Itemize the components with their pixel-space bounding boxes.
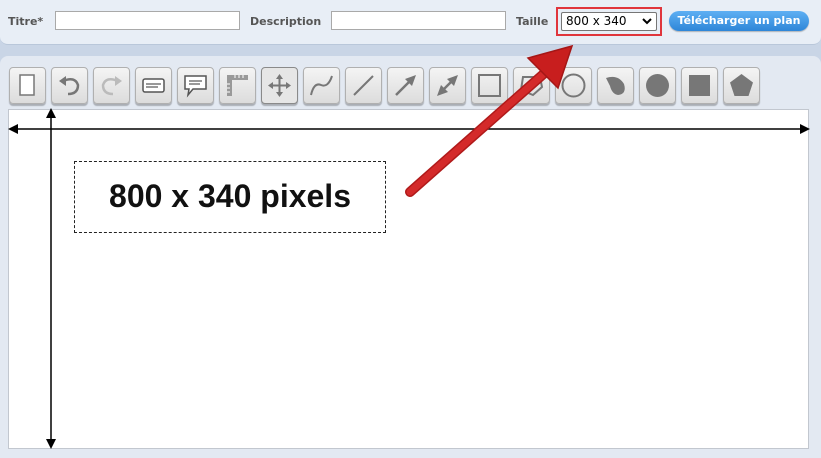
pentagon-tool[interactable] bbox=[723, 67, 760, 104]
filled-square-icon bbox=[689, 75, 710, 96]
size-select-highlight: 800 x 340 bbox=[556, 7, 662, 36]
new-page-tool[interactable] bbox=[9, 67, 46, 104]
description-label: Description bbox=[250, 15, 322, 28]
size-select-value: 800 x 340 bbox=[566, 14, 627, 28]
size-select[interactable]: 800 x 340 bbox=[561, 12, 657, 31]
title-label: Titre* bbox=[8, 15, 44, 28]
circle-tool[interactable] bbox=[555, 67, 592, 104]
curve-icon bbox=[310, 75, 333, 96]
undo-icon bbox=[59, 76, 80, 96]
speech-bubble-icon bbox=[184, 75, 207, 98]
circle-icon bbox=[561, 73, 586, 98]
arrow-icon bbox=[395, 75, 416, 96]
ruler-icon bbox=[227, 75, 248, 96]
size-label: Taille bbox=[516, 15, 549, 28]
filled-circle-icon bbox=[646, 74, 669, 97]
text-tool[interactable] bbox=[135, 67, 172, 104]
drawing-canvas[interactable] bbox=[8, 109, 809, 449]
filled-circle-tool[interactable] bbox=[639, 67, 676, 104]
move-tool[interactable] bbox=[261, 67, 298, 104]
rectangle-icon bbox=[478, 74, 501, 97]
title-input[interactable] bbox=[55, 11, 240, 30]
ruler-tool[interactable] bbox=[219, 67, 256, 104]
undo-tool[interactable] bbox=[51, 67, 88, 104]
double-arrow-icon bbox=[437, 75, 458, 96]
pentagon-icon bbox=[730, 74, 753, 96]
redo-tool[interactable] bbox=[93, 67, 130, 104]
polygon-outline-tool[interactable] bbox=[513, 67, 550, 104]
chevron-down-icon bbox=[642, 18, 652, 25]
arrow-tool[interactable] bbox=[387, 67, 424, 104]
polygon-outline-icon bbox=[519, 76, 544, 97]
double-arrow-tool[interactable] bbox=[429, 67, 466, 104]
filled-square-tool[interactable] bbox=[681, 67, 718, 104]
line-icon bbox=[353, 75, 374, 96]
move-icon bbox=[268, 74, 291, 97]
text-box-icon bbox=[142, 78, 165, 93]
download-plan-button[interactable]: Télécharger un plan bbox=[669, 11, 809, 31]
curve-tool[interactable] bbox=[303, 67, 340, 104]
line-tool[interactable] bbox=[345, 67, 382, 104]
redo-icon bbox=[101, 76, 122, 96]
freeform-fill-tool[interactable] bbox=[597, 67, 634, 104]
description-input[interactable] bbox=[331, 11, 506, 30]
speech-bubble-tool[interactable] bbox=[177, 67, 214, 104]
page-icon bbox=[19, 74, 35, 96]
form-bar: Titre* Description Taille 800 x 340 Télé… bbox=[0, 0, 821, 45]
canvas-size-annotation: 800 x 340 pixels bbox=[74, 161, 386, 233]
rectangle-tool[interactable] bbox=[471, 67, 508, 104]
freeform-shape-icon bbox=[606, 76, 625, 95]
